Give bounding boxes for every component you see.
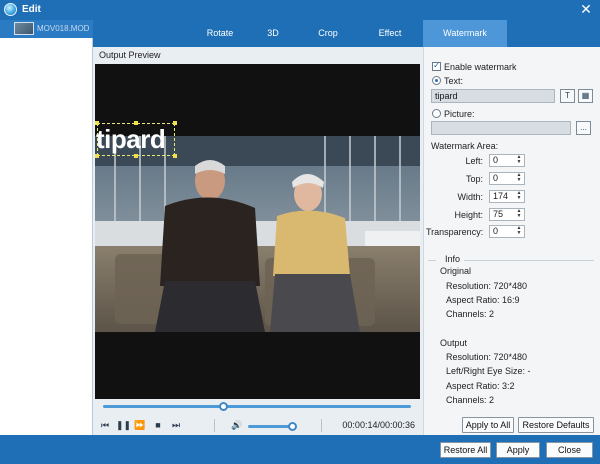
height-value: 75 xyxy=(493,209,504,219)
restore-all-button[interactable]: Restore All xyxy=(440,442,491,458)
time-readout: 00:00:14/00:00:36 xyxy=(342,420,415,430)
color-picker-icon[interactable]: ▦ xyxy=(578,89,593,103)
tab-crop[interactable]: Crop xyxy=(315,20,341,47)
divider xyxy=(214,419,215,432)
tab-watermark[interactable]: Watermark xyxy=(423,20,507,47)
width-label: Width: xyxy=(457,192,483,202)
text-radio-label: Text: xyxy=(444,76,464,86)
tab-effect[interactable]: Effect xyxy=(376,20,404,47)
fast-forward-icon[interactable]: ⏩ xyxy=(134,419,146,431)
picture-radio-label: Picture: xyxy=(444,109,475,119)
resize-handle[interactable] xyxy=(134,121,138,125)
transparency-spinbox[interactable]: 0 ▲ ▼ xyxy=(489,225,525,238)
info-divider xyxy=(428,260,436,261)
stop-icon[interactable]: ■ xyxy=(152,419,164,431)
app-icon xyxy=(4,3,17,16)
output-channels: Channels: 2 xyxy=(446,395,495,405)
spin-arrows-icon[interactable]: ▲ ▼ xyxy=(515,209,523,220)
playback-controls: ⏮ ❚❚ ⏩ ■ ⏭ 🔊 00:00:14/00:00:36 xyxy=(93,415,423,435)
file-list: MOV018.MOD xyxy=(0,20,93,435)
apply-button[interactable]: Apply xyxy=(496,442,540,458)
width-spinbox[interactable]: 174 ▲ ▼ xyxy=(489,190,525,203)
output-resolution: Resolution: 720*480 xyxy=(446,352,528,362)
tab-rotate[interactable]: Rotate xyxy=(203,20,237,47)
height-spinbox[interactable]: 75 ▲ ▼ xyxy=(489,208,525,221)
watermark-area-label: Watermark Area: xyxy=(431,141,499,151)
transparency-value: 0 xyxy=(493,226,499,236)
seek-bar[interactable] xyxy=(103,402,411,411)
info-title: Info xyxy=(445,254,461,264)
file-thumbnail xyxy=(14,22,34,35)
height-label: Height: xyxy=(454,210,483,220)
picture-radio[interactable] xyxy=(432,109,441,118)
watermark-settings-panel: Enable watermark Text: tipard T ▦ Pictur… xyxy=(423,47,600,435)
text-radio[interactable] xyxy=(432,76,441,85)
close-button[interactable]: Close xyxy=(546,442,593,458)
window-title: Edit xyxy=(22,4,41,15)
file-name: MOV018.MOD xyxy=(37,24,90,33)
volume-icon[interactable]: 🔊 xyxy=(231,419,243,431)
resize-handle[interactable] xyxy=(95,121,99,125)
output-eye-size: Left/Right Eye Size: - xyxy=(446,366,531,376)
tab-bar: Rotate 3D Crop Effect Watermark xyxy=(93,20,600,47)
close-window-icon[interactable]: ✕ xyxy=(578,1,594,17)
left-label: Left: xyxy=(465,156,483,166)
bottom-bar: Restore All Apply Close xyxy=(0,435,600,464)
resize-handle[interactable] xyxy=(173,154,177,158)
skip-forward-icon[interactable]: ⏭ xyxy=(170,419,182,431)
left-value: 0 xyxy=(493,155,499,165)
spin-arrows-icon[interactable]: ▲ ▼ xyxy=(515,155,523,166)
original-channels: Channels: 2 xyxy=(446,309,495,319)
output-preview-pane: Output Preview tipard ⏮ ❚❚ ⏩ ■ ⏭ 🔊 00:00… xyxy=(93,47,423,435)
title-bar: Edit ✕ xyxy=(0,0,600,20)
resize-handle[interactable] xyxy=(173,121,177,125)
original-label: Original xyxy=(440,266,472,276)
restore-defaults-button[interactable]: Restore Defaults xyxy=(518,417,594,433)
transparency-label: Transparency: xyxy=(426,227,484,237)
enable-watermark-checkbox[interactable] xyxy=(432,60,441,71)
info-divider xyxy=(464,260,594,261)
watermark-text-input[interactable]: tipard xyxy=(431,89,555,103)
resize-handle[interactable] xyxy=(95,154,99,158)
tab-3d[interactable]: 3D xyxy=(261,20,285,47)
output-label: Output xyxy=(440,338,468,348)
top-value: 0 xyxy=(493,173,499,183)
watermark-overlay-text: tipard xyxy=(96,124,166,154)
preview-label: Output Preview xyxy=(99,50,161,60)
video-image xyxy=(95,136,420,332)
video-area[interactable]: tipard xyxy=(95,64,420,399)
output-aspect-ratio: Aspect Ratio: 3:2 xyxy=(446,381,515,391)
width-value: 174 xyxy=(493,191,509,201)
font-icon[interactable]: T xyxy=(560,89,575,103)
original-resolution: Resolution: 720*480 xyxy=(446,281,528,291)
spin-arrows-icon[interactable]: ▲ ▼ xyxy=(515,173,523,184)
volume-slider[interactable] xyxy=(248,422,297,431)
apply-to-all-button[interactable]: Apply to All xyxy=(462,417,514,433)
original-aspect-ratio: Aspect Ratio: 16:9 xyxy=(446,295,520,305)
skip-back-icon[interactable]: ⏮ xyxy=(99,419,111,431)
volume-knob[interactable] xyxy=(288,422,297,431)
picture-path-input[interactable] xyxy=(431,121,571,135)
divider xyxy=(321,419,322,432)
enable-watermark-label: Enable watermark xyxy=(444,62,517,72)
left-spinbox[interactable]: 0 ▲ ▼ xyxy=(489,154,525,167)
top-spinbox[interactable]: 0 ▲ ▼ xyxy=(489,172,525,185)
seek-knob[interactable] xyxy=(219,402,229,411)
spin-arrows-icon[interactable]: ▲ ▼ xyxy=(515,226,523,237)
video-frame xyxy=(95,136,420,332)
pause-icon[interactable]: ❚❚ xyxy=(116,419,131,431)
spin-arrows-icon[interactable]: ▲ ▼ xyxy=(515,191,523,202)
top-label: Top: xyxy=(465,174,483,184)
browse-button[interactable]: ... xyxy=(576,121,591,135)
file-list-item[interactable]: MOV018.MOD xyxy=(0,20,93,38)
resize-handle[interactable] xyxy=(134,154,138,158)
